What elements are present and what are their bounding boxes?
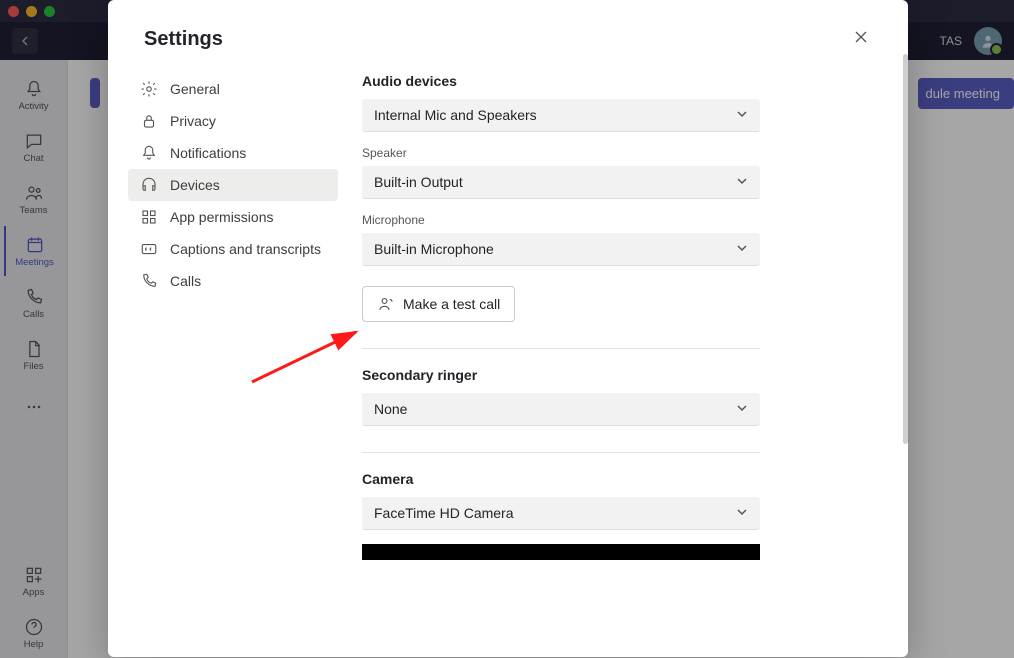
lock-icon [140, 112, 158, 130]
settings-nav-app-permissions[interactable]: App permissions [128, 201, 338, 233]
settings-nav-devices[interactable]: Devices [128, 169, 338, 201]
settings-nav-label: General [170, 81, 220, 97]
settings-nav-label: Devices [170, 177, 220, 193]
microphone-value: Built-in Microphone [374, 241, 494, 257]
gear-icon [140, 80, 158, 98]
divider [362, 348, 760, 349]
close-icon [854, 30, 868, 44]
camera-dropdown[interactable]: FaceTime HD Camera [362, 497, 760, 530]
settings-modal: Settings General Privacy Notifications D… [108, 0, 908, 657]
headset-icon [140, 176, 158, 194]
close-button[interactable] [850, 26, 872, 53]
settings-nav-label: Privacy [170, 113, 216, 129]
secondary-ringer-value: None [374, 401, 407, 417]
chevron-down-icon [736, 107, 748, 123]
chevron-down-icon [736, 505, 748, 521]
audio-device-dropdown[interactable]: Internal Mic and Speakers [362, 99, 760, 132]
speaker-label: Speaker [362, 146, 854, 160]
audio-device-value: Internal Mic and Speakers [374, 107, 537, 123]
cc-icon [140, 240, 158, 258]
chevron-down-icon [736, 174, 748, 190]
divider [362, 452, 760, 453]
settings-nav-calls[interactable]: Calls [128, 265, 338, 297]
make-test-call-button[interactable]: Make a test call [362, 286, 515, 322]
make-test-call-label: Make a test call [403, 296, 500, 312]
audio-devices-heading: Audio devices [362, 73, 854, 89]
grid-icon [140, 208, 158, 226]
settings-nav-general[interactable]: General [128, 73, 338, 105]
settings-nav-captions[interactable]: Captions and transcripts [128, 233, 338, 265]
settings-nav-label: App permissions [170, 209, 274, 225]
bell-icon [140, 144, 158, 162]
microphone-dropdown[interactable]: Built-in Microphone [362, 233, 760, 266]
settings-nav-label: Notifications [170, 145, 246, 161]
person-call-icon [377, 295, 395, 313]
settings-content: Audio devices Internal Mic and Speakers … [338, 73, 888, 657]
settings-nav-privacy[interactable]: Privacy [128, 105, 338, 137]
camera-value: FaceTime HD Camera [374, 505, 514, 521]
microphone-label: Microphone [362, 213, 854, 227]
speaker-value: Built-in Output [374, 174, 463, 190]
chevron-down-icon [736, 401, 748, 417]
camera-preview [362, 544, 760, 560]
speaker-dropdown[interactable]: Built-in Output [362, 166, 760, 199]
chevron-down-icon [736, 241, 748, 257]
secondary-ringer-dropdown[interactable]: None [362, 393, 760, 426]
scrollbar-thumb[interactable] [903, 54, 908, 444]
modal-title: Settings [144, 28, 223, 51]
secondary-ringer-heading: Secondary ringer [362, 367, 854, 383]
settings-nav: General Privacy Notifications Devices Ap… [128, 73, 338, 657]
phone-icon [140, 272, 158, 290]
camera-heading: Camera [362, 471, 854, 487]
settings-nav-label: Captions and transcripts [170, 241, 321, 257]
settings-nav-label: Calls [170, 273, 201, 289]
settings-nav-notifications[interactable]: Notifications [128, 137, 338, 169]
